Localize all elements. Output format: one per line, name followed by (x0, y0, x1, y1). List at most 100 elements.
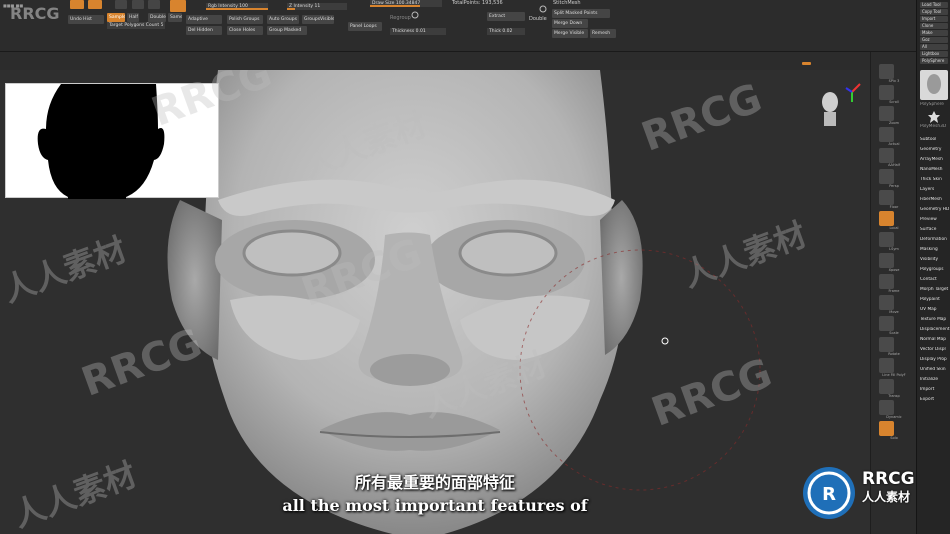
split-masked-button[interactable]: Split Masked Points (552, 9, 610, 18)
tray-menu-geometry[interactable]: Geometry (920, 147, 950, 152)
tray-menu-texture-map[interactable]: Texture Map (920, 317, 950, 322)
auto-groups-button[interactable]: Auto Groups (267, 15, 299, 24)
tray-button-import[interactable]: Import (920, 16, 948, 22)
tool-thumbnail-head[interactable] (920, 70, 948, 100)
rotate-mode-button[interactable] (132, 0, 144, 9)
thickness-slider[interactable]: Thickness 0.01 (390, 28, 446, 35)
close-holes-button[interactable]: Close Holes (227, 26, 263, 35)
tray-menu-morph-target[interactable]: Morph Target (920, 287, 950, 292)
thick-slider[interactable]: Thick 0.02 (487, 28, 525, 35)
shelf-button-line-fill-polyf[interactable] (879, 358, 894, 373)
shelf-button-label: Floor (889, 205, 899, 209)
draw-size-slider[interactable]: Draw Size 100.34847 (370, 0, 442, 7)
tray-menu-fibermesh[interactable]: FiberMesh (920, 197, 950, 202)
tray-button-polysphere[interactable]: PolySphere (920, 58, 948, 64)
shelf-button-scroll[interactable] (879, 85, 894, 100)
remesh-button[interactable]: Remesh (590, 29, 616, 38)
tray-menu-visibility[interactable]: Visibility (920, 257, 950, 262)
shelf-button-scale[interactable] (879, 316, 894, 331)
tray-menu-layers[interactable]: Layers (920, 187, 950, 192)
shelf-button-dynamic[interactable] (879, 400, 894, 415)
shelf-button-local[interactable] (879, 211, 894, 226)
viewport-canvas[interactable]: RRCG RRCG 人人素材 人人素材 RRCG 人人素材 RRCG 人人素材 … (0, 70, 870, 534)
z-intensity-slider[interactable]: Z Intensity 11 (287, 3, 347, 10)
shelf-button-label: Transp (888, 394, 900, 398)
undo-history-button[interactable]: Undo Hist (68, 15, 104, 24)
tray-button-copy-tool[interactable]: Copy Tool (920, 9, 948, 15)
shelf-button-move[interactable] (879, 295, 894, 310)
half-button[interactable]: Half (127, 13, 139, 22)
shelf-button-transp[interactable] (879, 379, 894, 394)
tray-menu-uv-map[interactable]: UV Map (920, 307, 950, 312)
tray-button-make[interactable]: Make (920, 30, 948, 36)
tray-menu-unified-skin[interactable]: Unified Skin (920, 367, 950, 372)
tray-menu-thick-skin[interactable]: Thick Skin (920, 177, 950, 182)
tray-button-load-tool[interactable]: Load Tool (920, 2, 948, 8)
merge-down-button[interactable]: Merge Down (552, 19, 588, 28)
shelf-button-label: SPix 3 (888, 79, 900, 83)
move-mode-button[interactable] (88, 0, 102, 9)
shelf-button-actual[interactable] (879, 127, 894, 142)
shelf-button-rotate[interactable] (879, 337, 894, 352)
shelf-button-label: Move (889, 310, 899, 314)
tray-menu-preview[interactable]: Preview (920, 217, 950, 222)
logo-title: RRCG (862, 469, 915, 489)
polish-groups-button[interactable]: Polish Groups (227, 15, 263, 24)
settings-icon[interactable] (538, 4, 548, 14)
same-button[interactable]: Same (168, 13, 182, 22)
tray-menu-initialize[interactable]: Initialize (920, 377, 950, 382)
sample-button[interactable]: Sample (107, 13, 125, 22)
target-polygons-slider[interactable]: Target Polygons Count 5 (107, 22, 165, 29)
del-hidden-button[interactable]: Del Hidden (186, 26, 222, 35)
tray-menu-contact[interactable]: Contact (920, 277, 950, 282)
tray-menu-export[interactable]: Export (920, 397, 950, 402)
groups-visible-button[interactable]: GroupsVisible (302, 15, 334, 24)
brush-button[interactable] (170, 0, 186, 12)
brush-icon[interactable] (410, 10, 420, 20)
extract-button[interactable]: Extract (487, 12, 525, 21)
shelf-button-floor[interactable] (879, 190, 894, 205)
group-masked-button[interactable]: Group Masked (267, 26, 307, 35)
tray-menu-vector-displ[interactable]: Vector Displ (920, 347, 950, 352)
tray-menu-deformation[interactable]: Deformation (920, 237, 950, 242)
scale-mode-button[interactable] (115, 0, 127, 9)
right-shelf: SPix 3 Scroll Zoom Actual AAHalf Persp Floor Lo… (870, 52, 916, 534)
subtitle-chinese: 所有最重要的面部特征 (354, 473, 515, 492)
tray-menu-polypaint[interactable]: Polypaint (920, 297, 950, 302)
tray-button-all[interactable]: All (920, 44, 948, 50)
tray-menu-arraymesh[interactable]: ArrayMesh (920, 157, 950, 162)
tray-menu-geometry-hd[interactable]: Geometry HD (920, 207, 950, 212)
shelf-button-zoom[interactable] (879, 106, 894, 121)
tray-button-goz[interactable]: Goz (920, 37, 948, 43)
shelf-button-spix-3[interactable] (879, 64, 894, 79)
tray-menu-polygroups[interactable]: Polygroups (920, 267, 950, 272)
panel-loops-button[interactable]: Panel Loops (348, 22, 382, 31)
shelf-button-frame[interactable] (879, 274, 894, 289)
double-button[interactable]: Double (148, 13, 166, 22)
tray-button-lightbox[interactable]: Lightbox (920, 51, 948, 57)
tray-menu-masking[interactable]: Masking (920, 247, 950, 252)
tray-menu-surface[interactable]: Surface (920, 227, 950, 232)
tray-button-clone[interactable]: Clone (920, 23, 948, 29)
edit-mode-button[interactable] (148, 0, 160, 9)
draw-mode-button[interactable] (70, 0, 84, 9)
shelf-button-label: LSym (889, 247, 899, 251)
shelf-button-xpose[interactable] (879, 253, 894, 268)
shelf-button-aahalf[interactable] (879, 148, 894, 163)
shelf-button-solo[interactable] (879, 421, 894, 436)
shelf-button-lsym[interactable] (879, 232, 894, 247)
orientation-gizmo[interactable] (812, 82, 864, 132)
tray-menu-displacement[interactable]: Displacement (920, 327, 950, 332)
tray-menu-display-prop[interactable]: Display Prop (920, 357, 950, 362)
merge-visible-button[interactable]: Merge Visible (552, 29, 588, 38)
shelf-button-persp[interactable] (879, 169, 894, 184)
adaptive-button[interactable]: Adaptive (186, 15, 222, 24)
tray-menu-import[interactable]: Import (920, 387, 950, 392)
total-points-readout: TotalPoints: 193,536 (452, 0, 503, 6)
star-icon[interactable] (927, 110, 941, 124)
tray-menu-nanomesh[interactable]: NanoMesh (920, 167, 950, 172)
tray-menu-subtool[interactable]: Subtool (920, 137, 950, 142)
tray-menu-normal-map[interactable]: Normal Map (920, 337, 950, 342)
rgb-intensity-slider[interactable]: Rgb Intensity 100 (206, 3, 268, 10)
shelf-button-label: Local (889, 226, 899, 230)
